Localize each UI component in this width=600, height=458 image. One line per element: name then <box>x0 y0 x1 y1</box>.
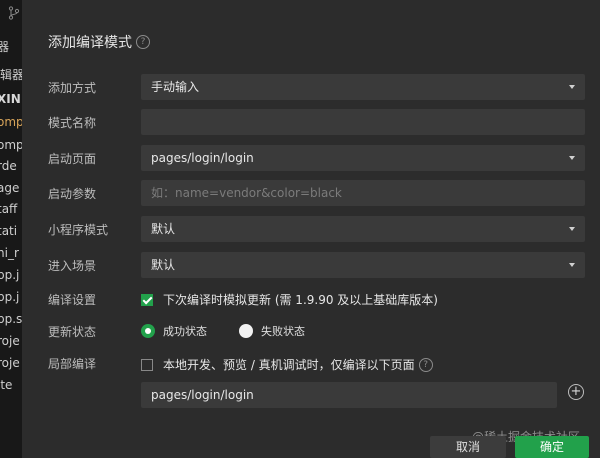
sidebar-item[interactable]: roje <box>0 334 22 348</box>
simulate-update-checkbox[interactable] <box>141 293 153 306</box>
cancel-button[interactable]: 取消 <box>430 436 506 458</box>
sidebar-item[interactable]: ite <box>0 378 22 392</box>
update-fail-radio[interactable] <box>239 324 253 338</box>
add-compile-mode-dialog: 添加编译模式 ? 添加方式 手动输入 模式名称 启动页面 pages/login… <box>22 0 600 458</box>
sidebar-item[interactable]: 器 <box>0 40 22 54</box>
help-icon[interactable]: ? <box>136 35 150 49</box>
partial-compile-text: 本地开发、预览 / 真机调试时，仅编译以下页面 <box>163 358 415 372</box>
mode-name-input[interactable] <box>141 109 585 135</box>
sidebar-item[interactable]: tati <box>0 224 22 238</box>
simulate-update-text: 下次编译时模拟更新 (需 1.9.90 及以上基础库版本) <box>163 293 438 307</box>
update-fail-label: 失败状态 <box>261 325 305 338</box>
partial-compile-option[interactable]: 本地开发、预览 / 真机调试时，仅编译以下页面 ? <box>141 356 433 373</box>
compile-settings-option[interactable]: 下次编译时模拟更新 (需 1.9.90 及以上基础库版本) <box>141 291 438 308</box>
start-page-label: 启动页面 <box>48 151 97 166</box>
sidebar-item[interactable]: omp <box>0 138 22 152</box>
scene-row: 进入场景 <box>48 252 140 278</box>
sidebar-item[interactable]: taff <box>0 202 22 216</box>
sidebar-item[interactable]: rde <box>0 159 22 173</box>
scene-select[interactable]: 默认 <box>141 252 585 278</box>
scene-value: 默认 <box>151 258 176 272</box>
mp-mode-value: 默认 <box>151 222 176 236</box>
sidebar-item[interactable]: age <box>0 181 22 195</box>
ok-button[interactable]: 确定 <box>515 436 589 458</box>
sidebar-item[interactable]: omp <box>0 115 22 129</box>
compile-settings-row: 编译设置 <box>48 286 140 312</box>
update-status-row: 更新状态 <box>48 318 140 344</box>
sidebar-item[interactable]: pp.j <box>0 290 22 304</box>
partial-page-input[interactable]: pages/login/login <box>141 382 557 408</box>
branch-icon[interactable] <box>8 6 20 20</box>
add-method-row: 添加方式 <box>48 74 140 100</box>
sidebar-item[interactable]: XIN <box>0 92 22 106</box>
sidebar-item[interactable]: ni_r <box>0 246 22 260</box>
sidebar-item[interactable]: 编辑器 <box>0 68 22 82</box>
add-page-icon[interactable]: + <box>568 384 584 400</box>
start-params-row: 启动参数 <box>48 180 140 206</box>
add-method-value: 手动输入 <box>151 80 200 94</box>
chevron-down-icon <box>569 85 575 89</box>
sidebar: 器 编辑器 XIN omp omp rde age taff tati ni_r… <box>0 0 22 458</box>
start-params-label: 启动参数 <box>48 186 97 201</box>
sidebar-item[interactable]: pp.j <box>0 268 22 282</box>
compile-settings-label: 编译设置 <box>48 292 97 307</box>
update-status-label: 更新状态 <box>48 324 97 339</box>
help-icon[interactable]: ? <box>418 357 433 372</box>
start-page-value: pages/login/login <box>151 151 254 165</box>
start-page-select[interactable]: pages/login/login <box>141 145 585 171</box>
mp-mode-row: 小程序模式 <box>48 216 140 242</box>
update-status-options: 成功状态 失败状态 <box>141 323 305 339</box>
dialog-title-row: 添加编译模式 ? <box>48 32 150 52</box>
scene-label: 进入场景 <box>48 258 97 273</box>
add-method-select[interactable]: 手动输入 <box>141 74 585 100</box>
mode-name-label: 模式名称 <box>48 115 97 130</box>
chevron-down-icon <box>569 156 575 160</box>
start-page-row: 启动页面 <box>48 145 140 171</box>
add-method-label: 添加方式 <box>48 80 97 95</box>
partial-compile-row: 局部编译 <box>48 350 140 376</box>
mp-mode-select[interactable]: 默认 <box>141 216 585 242</box>
mode-name-row: 模式名称 <box>48 109 140 135</box>
mp-mode-label: 小程序模式 <box>48 222 109 237</box>
sidebar-item[interactable]: roje <box>0 356 22 370</box>
start-params-input[interactable]: 如：name=vendor&color=black <box>141 180 585 206</box>
dialog-title: 添加编译模式 <box>48 35 132 51</box>
partial-compile-checkbox[interactable] <box>141 358 153 371</box>
update-success-label: 成功状态 <box>163 325 207 338</box>
partial-compile-label: 局部编译 <box>48 356 97 371</box>
update-success-radio[interactable] <box>141 324 155 338</box>
sidebar-item[interactable]: pp.s <box>0 312 22 326</box>
chevron-down-icon <box>569 227 575 231</box>
chevron-down-icon <box>569 263 575 267</box>
